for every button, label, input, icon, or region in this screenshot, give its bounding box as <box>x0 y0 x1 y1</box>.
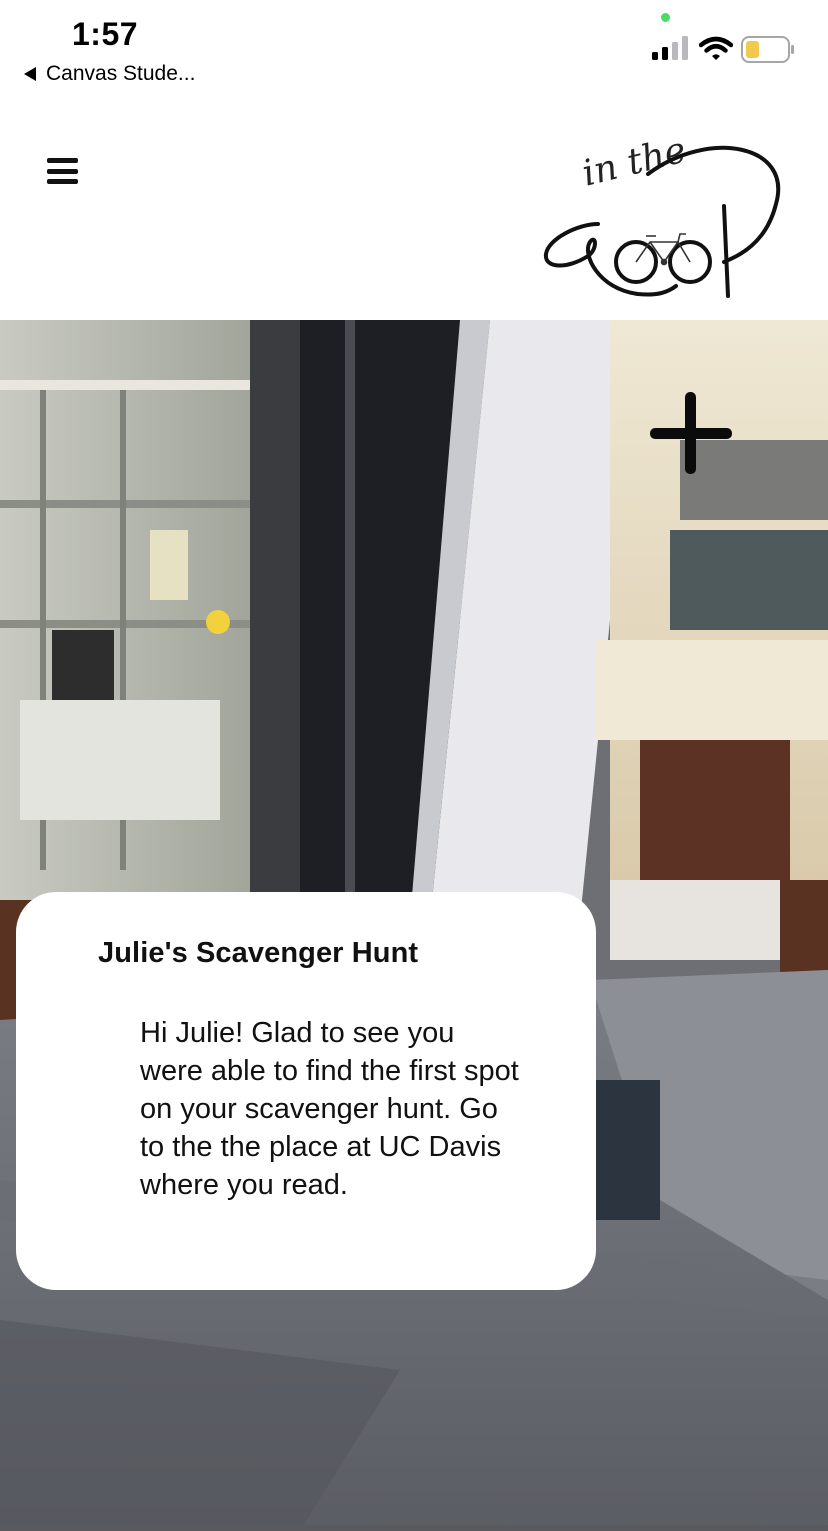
back-to-app-label: Canvas Stude... <box>46 62 196 85</box>
battery-icon <box>741 36 794 63</box>
status-bar: 1:57 Canvas Stude... <box>0 0 828 100</box>
status-time: 1:57 <box>72 16 139 52</box>
location-indicator-icon <box>661 13 670 22</box>
card-message: Hi Julie! Glad to see you were able to f… <box>140 1017 519 1201</box>
bottom-edge <box>0 1525 828 1531</box>
scavenger-hunt-message-card: Julie's Scavenger Hunt Hi Julie! Glad to… <box>16 892 596 1290</box>
back-to-app-link[interactable]: Canvas Stude... <box>24 62 195 86</box>
app-header: in the <box>0 100 828 320</box>
back-arrow-icon <box>24 67 36 81</box>
add-marker-button[interactable] <box>648 392 734 478</box>
bicycle-icon <box>635 233 691 266</box>
card-title: Julie's Scavenger Hunt <box>98 937 419 969</box>
hamburger-menu-icon[interactable] <box>47 158 78 184</box>
in-the-loop-logo: in the <box>544 130 781 298</box>
wifi-icon <box>699 36 733 60</box>
cellular-signal-icon <box>652 36 688 60</box>
logo-script-text: in the <box>578 130 690 195</box>
camera-view: Julie's Scavenger Hunt Hi Julie! Glad to… <box>0 320 828 1531</box>
